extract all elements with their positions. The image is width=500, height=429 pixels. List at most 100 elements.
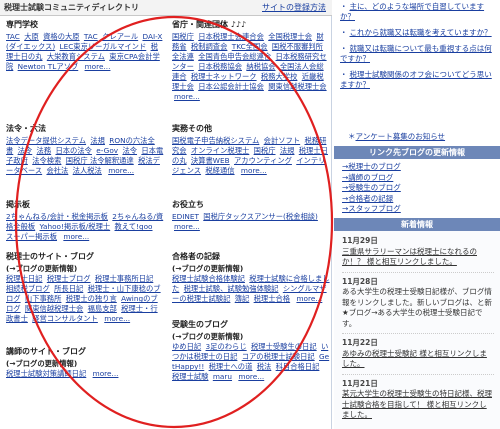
register-link[interactable]: サイトの登録方法 — [262, 3, 326, 13]
link-item[interactable]: Newton TLアソブ — [18, 62, 79, 71]
link-item[interactable]: maru — [213, 372, 232, 381]
link-item[interactable]: 関東信越税理士会 — [268, 82, 326, 91]
more-link[interactable]: more... — [85, 62, 111, 71]
update-link[interactable]: →講師のブログ — [342, 173, 401, 184]
link-item[interactable]: e-Gov — [96, 146, 118, 155]
link-item[interactable]: 納税協会 — [246, 62, 275, 71]
link-item[interactable]: Yahoo!掲示板/税理士 — [40, 222, 111, 231]
more-link[interactable]: more... — [238, 372, 264, 381]
update-link[interactable]: →税理士のブログ — [342, 162, 401, 173]
news-text[interactable]: 某元大学生の税理士受験生の特日記様、税理士試験合格を目指して！ 様と相互リンクし… — [342, 389, 494, 421]
link-item[interactable]: 税理士試験 — [172, 372, 208, 381]
link-item[interactable]: 国税電子申告納税システム — [172, 136, 259, 145]
link-item[interactable]: 3足のわらじ — [206, 342, 247, 351]
link-item[interactable]: 日本の法令 — [55, 146, 91, 155]
poll-question[interactable]: ・税理士試験関係のオフ会についてどう思いますか？ — [340, 70, 496, 90]
section-title: 合格者の記録 — [172, 252, 220, 261]
survey-notice[interactable]: ＊アンケート募集のお知らせ — [348, 132, 445, 142]
link-item[interactable]: 日本公認会計士協会 — [198, 82, 264, 91]
link-item[interactable]: TAC — [6, 32, 20, 41]
more-link[interactable]: more... — [93, 369, 119, 378]
link-item[interactable]: 国税不服審判所 — [272, 42, 323, 51]
link-item[interactable]: EDINET — [172, 212, 199, 221]
more-link[interactable]: more... — [296, 294, 322, 303]
link-item[interactable]: 福島支部 — [88, 304, 117, 313]
poll-question[interactable]: ・就職又は転職について最も重視する点は何ですか？ — [340, 44, 496, 64]
link-item[interactable]: 日本税理士会連合会 — [198, 32, 264, 41]
link-item[interactable]: 税理士日記 — [6, 274, 42, 283]
link-item[interactable]: クレアール — [102, 32, 138, 41]
link-item[interactable]: 全法連 — [172, 52, 194, 61]
link-item[interactable]: 簿記 — [235, 294, 250, 303]
link-item[interactable]: 法務 — [37, 146, 52, 155]
update-link[interactable]: →受験生のブログ — [342, 183, 401, 194]
link-item[interactable]: 法人税法 — [73, 166, 102, 175]
news-text[interactable]: あゆみの税理士受験記 様と相互リンクしました。 — [342, 349, 494, 370]
update-link[interactable]: →スタッフブログ — [342, 204, 401, 215]
more-link[interactable]: more... — [174, 92, 200, 101]
poll-question[interactable]: ・これから就職又は転職を考えていますか？ — [340, 28, 496, 38]
link-item[interactable]: 科目合格日記 — [276, 362, 320, 371]
link-item[interactable]: 大栄教育システム — [47, 52, 105, 61]
link-item[interactable]: 税理士受験生の日記 — [251, 342, 317, 351]
link-item[interactable]: 法令検索 — [32, 156, 61, 165]
link-item[interactable]: 税理士試験、試験勉強体験記 — [184, 284, 279, 293]
link-item[interactable]: 山下事務所 — [25, 294, 61, 303]
link-item[interactable]: 法令データ提供システム — [6, 136, 86, 145]
link-item[interactable]: TKC全国会 — [232, 42, 268, 51]
link-item[interactable]: オンライン税理士 — [191, 146, 249, 155]
link-item[interactable]: 国税庁 法令解釈通達 — [66, 156, 134, 165]
news-text[interactable]: 三重県サラリーマンは税理士になれるのか！？ 様と相互リンクしました。 — [342, 247, 494, 268]
link-item[interactable]: 全国税理士会 — [268, 32, 312, 41]
link-item[interactable]: 税理士事務所日記 — [95, 274, 153, 283]
link-item[interactable]: 法令 — [122, 146, 137, 155]
link-item[interactable]: 教えて!goo — [115, 222, 153, 231]
update-info-link[interactable]: (→ブログの更新情報) — [172, 264, 328, 274]
update-info-link[interactable]: (→ブログの更新情報) — [6, 264, 162, 274]
link-item[interactable]: 税理士試験合格体験記 — [172, 274, 245, 283]
link-item[interactable]: 税制調査会 — [191, 42, 227, 51]
link-item[interactable]: 会社法 — [46, 166, 68, 175]
link-item[interactable]: 国税庁タックスアンサー(税金相談) — [203, 212, 318, 221]
more-link[interactable]: more... — [104, 314, 130, 323]
link-item[interactable]: 税理士試験対策講師日記 — [6, 369, 86, 378]
poll-question[interactable]: ・主に、どのような場所で自習していますか？ — [340, 2, 496, 22]
link-item[interactable]: LEC東京リーガルマインド — [60, 42, 147, 51]
link-item[interactable]: 決算書WEB — [191, 156, 230, 165]
link-item[interactable]: 大原 — [24, 32, 39, 41]
link-item[interactable]: スーパー掲示板 — [6, 232, 57, 241]
update-info-link[interactable]: (→ブログの更新情報) — [6, 359, 162, 369]
link-item[interactable]: 法規 — [90, 136, 105, 145]
link-item[interactable]: 所長日記 — [54, 284, 83, 293]
link-item[interactable]: 税理士ネットワーク — [191, 72, 257, 81]
update-info-link[interactable]: (→ブログの更新情報) — [172, 332, 328, 342]
link-item[interactable]: 法令 — [18, 146, 33, 155]
link-item[interactable]: TAC — [84, 32, 98, 41]
link-item[interactable]: 相続税ブログ — [6, 284, 50, 293]
link-item[interactable]: 税理士合格 — [254, 294, 290, 303]
link-item[interactable]: 税法 — [257, 362, 272, 371]
more-link[interactable]: more... — [241, 166, 267, 175]
link-item[interactable]: アカウンティング — [234, 156, 292, 165]
link-item[interactable]: 資格の大原 — [43, 32, 79, 41]
link-item[interactable]: 全国青色申告会総連合 — [198, 52, 271, 61]
link-item[interactable]: 法規 — [280, 146, 295, 155]
link-item[interactable]: 2ちゃんねる/会計・税金掲示板 — [6, 212, 108, 221]
more-link[interactable]: more... — [108, 166, 134, 175]
link-item[interactable]: ゆめ日記 — [172, 342, 201, 351]
link-item[interactable]: コアの税理士試験日記 — [242, 352, 315, 361]
link-item[interactable]: 会計ソフト — [264, 136, 300, 145]
link-item[interactable]: 日本税務協会 — [198, 62, 242, 71]
link-item[interactable]: 国税庁 — [254, 146, 276, 155]
link-item[interactable]: 税理士の独り言 — [66, 294, 117, 303]
update-link[interactable]: →合格者の記録 — [342, 194, 401, 205]
link-item[interactable]: 経営コンサルタント — [32, 314, 98, 323]
more-link[interactable]: more... — [174, 222, 200, 231]
more-link[interactable]: more... — [63, 232, 89, 241]
link-item[interactable]: 税務大学校 — [261, 72, 297, 81]
link-item[interactable]: 税経通信 — [205, 166, 234, 175]
link-item[interactable]: 関東信越税理士会 — [25, 304, 83, 313]
link-item[interactable]: 税理士への道 — [209, 362, 253, 371]
link-item[interactable]: 国税庁 — [172, 32, 194, 41]
link-item[interactable]: 税理士ブログ — [47, 274, 91, 283]
